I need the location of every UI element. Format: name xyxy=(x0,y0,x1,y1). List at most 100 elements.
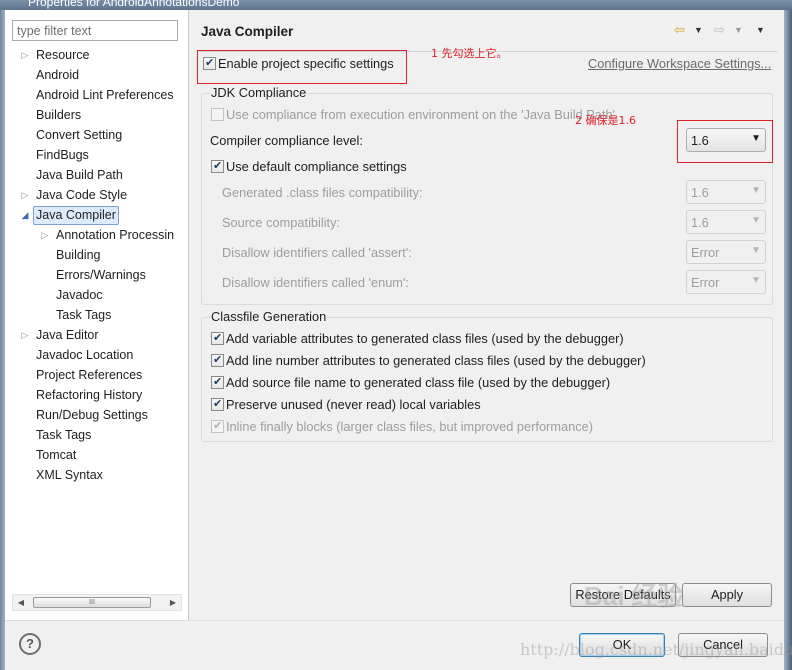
sidebar-item-java-code-style[interactable]: ▷ Java Code Style xyxy=(5,185,185,205)
sidebar-item-refactoring-history[interactable]: Refactoring History xyxy=(5,385,185,405)
preserve-unused-checkbox[interactable] xyxy=(211,397,224,411)
scroll-right-icon[interactable]: ▶ xyxy=(165,595,181,610)
var-attributes-checkbox[interactable] xyxy=(211,331,224,345)
source-compat-label: Source compatibility: xyxy=(222,215,341,230)
sidebar-item-task-tags[interactable]: Task Tags xyxy=(5,425,185,445)
sidebar-item-label: Refactoring History xyxy=(36,388,143,402)
chevron-down-icon: ▼ xyxy=(751,185,761,196)
assert-identifier-select[interactable]: Error ▼ xyxy=(686,240,766,264)
inline-finally-checkbox[interactable] xyxy=(211,419,224,433)
line-number-checkbox[interactable] xyxy=(211,353,224,367)
collapsed-arrow-icon[interactable]: ▷ xyxy=(20,45,30,65)
sidebar-item-label: Builders xyxy=(36,108,82,122)
back-arrow-icon[interactable]: ⇦ xyxy=(674,22,685,38)
enum-identifier-select[interactable]: Error ▼ xyxy=(686,270,766,294)
sidebar-item-label: Task Tags xyxy=(36,428,92,442)
enum-identifier-value: Error xyxy=(691,275,720,290)
sidebar-item-convert-setting[interactable]: Convert Setting xyxy=(5,125,185,145)
class-compat-label: Generated .class files compatibility: xyxy=(222,185,423,200)
sidebar-item-label: Building xyxy=(56,248,101,262)
page-nav: ⇦ ▼ ⇨ ▼ ▼ xyxy=(674,22,770,42)
classfile-generation-title: Classfile Generation xyxy=(210,309,328,324)
compliance-level-label: Compiler compliance level: xyxy=(210,133,363,148)
scroll-left-icon[interactable]: ◀ xyxy=(13,595,29,610)
sidebar-item-label: Tomcat xyxy=(36,448,77,462)
sidebar-item-label: Java Build Path xyxy=(36,168,123,182)
sidebar-item-label: Javadoc Location xyxy=(36,348,134,362)
sidebar-item-label: FindBugs xyxy=(36,148,89,162)
class-compat-value: 1.6 xyxy=(691,185,709,200)
sidebar-item-label: Project References xyxy=(36,368,143,382)
use-env-compliance-label: Use compliance from execution environmen… xyxy=(226,107,615,122)
sidebar-item-label: Android Lint Preferences xyxy=(36,88,174,102)
filter-input[interactable] xyxy=(12,20,178,41)
compliance-level-value: 1.6 xyxy=(691,133,709,148)
enable-project-specific-checkbox[interactable] xyxy=(203,56,216,70)
sidebar-item-label: XML Syntax xyxy=(36,468,103,482)
collapsed-arrow-icon[interactable]: ▷ xyxy=(20,325,30,345)
enable-project-specific-label: Enable project specific settings xyxy=(218,56,394,71)
sidebar-horizontal-scrollbar[interactable]: ◀ III ▶ xyxy=(12,594,182,611)
expanded-arrow-icon[interactable]: ◢ xyxy=(20,205,30,225)
back-dropdown-icon[interactable]: ▼ xyxy=(694,25,703,35)
sidebar-item-label: Convert Setting xyxy=(36,128,123,142)
sidebar-item-javadoc-location[interactable]: Javadoc Location xyxy=(5,345,185,365)
sidebar-item-java-compiler[interactable]: ◢ Java Compiler xyxy=(5,205,185,225)
chevron-down-icon: ▼ xyxy=(751,245,761,256)
collapsed-arrow-icon[interactable]: ▷ xyxy=(20,185,30,205)
window-titlebar: Properties for AndroidAnnotationsDemo xyxy=(0,0,792,10)
configure-workspace-link[interactable]: Configure Workspace Settings... xyxy=(588,56,771,71)
chevron-down-icon: ▼ xyxy=(751,215,761,226)
use-env-compliance-checkbox[interactable] xyxy=(211,108,224,121)
sidebar-item-javadoc[interactable]: Javadoc xyxy=(5,285,185,305)
class-compat-select[interactable]: 1.6 ▼ xyxy=(686,180,766,204)
sidebar-item-annotation-processin[interactable]: ▷ Annotation Processin xyxy=(5,225,185,245)
jdk-compliance-title: JDK Compliance xyxy=(210,85,308,100)
sidebar-item-label: Java Compiler xyxy=(33,206,119,225)
view-menu-icon[interactable]: ▼ xyxy=(756,25,765,35)
forward-dropdown-icon[interactable]: ▼ xyxy=(734,25,743,35)
sidebar-item-label: Run/Debug Settings xyxy=(36,408,148,422)
source-file-name-label: Add source file name to generated class … xyxy=(226,375,611,390)
sidebar-item-xml-syntax[interactable]: XML Syntax xyxy=(5,465,185,485)
sidebar-item-tomcat[interactable]: Tomcat xyxy=(5,445,185,465)
compliance-level-select[interactable]: 1.6 ▼ xyxy=(686,128,766,152)
forward-arrow-icon[interactable]: ⇨ xyxy=(714,22,725,38)
sidebar-item-resource[interactable]: ▷ Resource xyxy=(5,45,185,65)
source-compat-select[interactable]: 1.6 ▼ xyxy=(686,210,766,234)
sidebar-item-label: Java Editor xyxy=(36,328,99,342)
enum-identifier-label: Disallow identifiers called 'enum': xyxy=(222,275,409,290)
sidebar-item-label: Java Code Style xyxy=(36,188,128,202)
use-default-compliance-checkbox[interactable] xyxy=(211,159,224,173)
sidebar-item-findbugs[interactable]: FindBugs xyxy=(5,145,185,165)
sidebar-item-task-tags[interactable]: Task Tags xyxy=(5,305,185,325)
collapsed-arrow-icon[interactable]: ▷ xyxy=(40,225,50,245)
help-icon[interactable]: ? xyxy=(19,633,41,655)
ok-button[interactable]: OK xyxy=(579,633,665,657)
sidebar-item-java-editor[interactable]: ▷ Java Editor xyxy=(5,325,185,345)
source-compat-value: 1.6 xyxy=(691,215,709,230)
sidebar-item-java-build-path[interactable]: Java Build Path xyxy=(5,165,185,185)
sidebar-item-run-debug-settings[interactable]: Run/Debug Settings xyxy=(5,405,185,425)
dialog-button-bar: ? OK Cancel xyxy=(5,620,784,670)
sidebar-item-android-lint-preferences[interactable]: Android Lint Preferences xyxy=(5,85,185,105)
restore-defaults-button[interactable]: Restore Defaults xyxy=(570,583,676,607)
cancel-button[interactable]: Cancel xyxy=(678,633,768,657)
annotation-note-2: 2 确保是1.6 xyxy=(575,114,636,127)
preserve-unused-label: Preserve unused (never read) local varia… xyxy=(226,397,481,412)
sidebar-item-errors-warnings[interactable]: Errors/Warnings xyxy=(5,265,185,285)
chevron-down-icon: ▼ xyxy=(751,275,761,286)
sidebar-item-builders[interactable]: Builders xyxy=(5,105,185,125)
sidebar-item-project-references[interactable]: Project References xyxy=(5,365,185,385)
chevron-down-icon: ▼ xyxy=(751,133,761,144)
main-panel: Java Compiler ⇦ ▼ ⇨ ▼ ▼ Enable project s… xyxy=(190,10,784,620)
source-file-name-checkbox[interactable] xyxy=(211,375,224,389)
line-number-label: Add line number attributes to generated … xyxy=(226,353,646,368)
annotation-note-1: 1 先勾选上它。 xyxy=(431,47,508,60)
sidebar-item-label: Resource xyxy=(36,48,90,62)
apply-button[interactable]: Apply xyxy=(682,583,772,607)
sidebar-item-building[interactable]: Building xyxy=(5,245,185,265)
scrollbar-thumb[interactable]: III xyxy=(33,597,151,608)
sidebar-item-android[interactable]: Android xyxy=(5,65,185,85)
sidebar-item-label: Annotation Processin xyxy=(56,228,175,242)
